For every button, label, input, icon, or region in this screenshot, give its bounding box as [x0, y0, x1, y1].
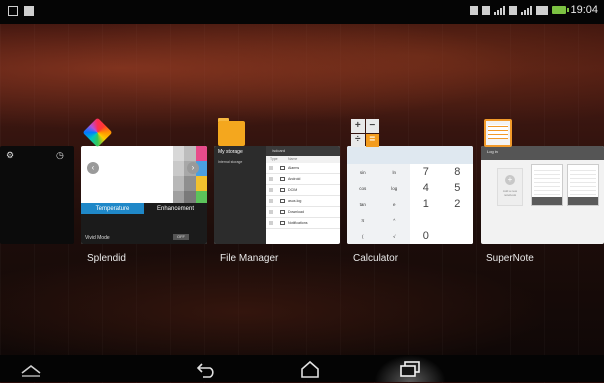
recent-app-card-supernote[interactable]: Log in + Add a new notebook — [481, 146, 604, 244]
recent-app-card-splendid[interactable]: ‹ › Temperature Enhancement Vivid Mode O… — [81, 146, 207, 244]
sim1-icon — [482, 5, 491, 15]
recent-app-card-calculator[interactable]: sin ln 7 8 cos log 4 5 tan e 1 2 π ^ ( √… — [347, 146, 473, 244]
path-label: /sdcard — [272, 148, 286, 153]
folder-icon — [280, 188, 285, 192]
sidebar-item-internal: Internal storage — [218, 160, 243, 164]
calc-key: 4 — [410, 180, 442, 196]
calc-key: 2 — [441, 196, 473, 212]
sim-icon — [470, 5, 479, 15]
file-manager-sidebar: My storage Internal storage — [214, 146, 266, 244]
keyboard-icon — [8, 6, 18, 16]
file-row: Notifications — [266, 218, 340, 229]
recent-app-card-file-manager[interactable]: My storage Internal storage /sdcard Type… — [214, 146, 340, 244]
settings-icon: ⚙ — [6, 150, 15, 160]
file-row: Download — [266, 207, 340, 218]
status-bar: 19:04 — [0, 0, 604, 24]
wifi-icon — [536, 5, 549, 15]
plus-icon: + — [351, 119, 365, 133]
calc-key: tan — [347, 196, 379, 212]
calculator-display — [347, 146, 473, 164]
calc-key: 8 — [441, 164, 473, 180]
supernote-login: Log in — [487, 149, 498, 154]
color-swatch-grid — [173, 146, 207, 206]
vivid-mode-toggle: OFF — [173, 234, 189, 240]
calc-key: ^ — [378, 212, 410, 228]
app-label-splendid: Splendid — [87, 253, 126, 264]
calc-key: ( — [347, 228, 379, 244]
calc-key — [441, 228, 473, 244]
add-notebook-label: Add a new notebook — [502, 189, 518, 197]
calc-key — [410, 212, 442, 228]
folder-icon — [280, 210, 285, 214]
clock: 19:04 — [570, 4, 598, 16]
file-row: Android — [266, 174, 340, 185]
chevron-left-icon: ‹ — [87, 162, 99, 174]
folder-icon — [280, 166, 285, 170]
home-icon — [301, 360, 319, 378]
signal2-icon — [521, 5, 533, 15]
calc-key — [441, 212, 473, 228]
tab-temperature: Temperature — [81, 203, 144, 214]
back-icon — [196, 363, 214, 378]
home-button[interactable] — [298, 360, 322, 378]
divide-icon: ÷ — [351, 133, 365, 147]
notebook-thumb — [531, 164, 563, 206]
recents-button[interactable] — [398, 360, 422, 378]
app-label-supernote: SuperNote — [486, 253, 534, 264]
supernote-toolbar: Log in — [481, 146, 604, 160]
col-type: Type — [270, 157, 278, 161]
screenshot-icon — [24, 6, 34, 16]
col-name: Name — [288, 157, 298, 161]
splendid-settings: Vivid Mode OFF — [81, 214, 207, 244]
calc-key: e — [378, 196, 410, 212]
chevron-right-icon: › — [187, 162, 199, 174]
calc-key: 5 — [441, 180, 473, 196]
calc-key: √ — [378, 228, 410, 244]
calculator-app-icon: + − ÷ = — [351, 119, 379, 147]
wallpaper-glow-top — [0, 20, 604, 140]
calc-key: cos — [347, 180, 379, 196]
equals-icon: = — [365, 133, 379, 147]
file-row: Alarms — [266, 163, 340, 174]
app-label-file-manager: File Manager — [220, 253, 279, 264]
status-right-icons: 19:04 — [470, 4, 598, 16]
tab-enhancement: Enhancement — [144, 203, 207, 214]
file-row: asus.log — [266, 196, 340, 207]
calc-key: sin — [347, 164, 379, 180]
recent-app-card-partial[interactable]: ⚙ ◷ — [0, 146, 74, 244]
file-manager-app-icon — [218, 121, 245, 146]
recents-icon — [400, 361, 420, 377]
calc-key: 7 — [410, 164, 442, 180]
splendid-tabs: Temperature Enhancement — [81, 203, 207, 214]
back-button[interactable] — [195, 360, 219, 378]
file-icon — [280, 199, 285, 203]
sim2-icon — [509, 5, 518, 15]
file-list-header: Type Name — [266, 156, 340, 163]
calc-key: 1 — [410, 196, 442, 212]
supernote-app-icon — [484, 119, 512, 147]
vivid-mode-label: Vivid Mode — [85, 235, 110, 241]
signal1-icon — [494, 5, 506, 15]
sidebar-title: My storage — [218, 149, 243, 155]
home-caret-button[interactable] — [19, 360, 43, 378]
app-label-calculator: Calculator — [353, 253, 399, 264]
calc-key: π — [347, 212, 379, 228]
minus-icon: − — [365, 119, 379, 133]
clock-icon: ◷ — [56, 150, 64, 160]
add-icon: + — [505, 175, 515, 185]
calc-key: log — [378, 180, 410, 196]
folder-icon — [280, 177, 285, 181]
calc-key: 0 — [410, 228, 442, 244]
calc-key: ln — [378, 164, 410, 180]
folder-icon — [280, 221, 285, 225]
calculator-keypad: sin ln 7 8 cos log 4 5 tan e 1 2 π ^ ( √… — [347, 164, 473, 244]
battery-icon — [552, 6, 570, 14]
file-row: DCIM — [266, 185, 340, 196]
add-notebook-tile: + Add a new notebook — [497, 168, 523, 206]
home-caret-icon — [21, 364, 41, 377]
notebook-thumb — [567, 164, 599, 206]
status-left-icons — [8, 6, 34, 16]
